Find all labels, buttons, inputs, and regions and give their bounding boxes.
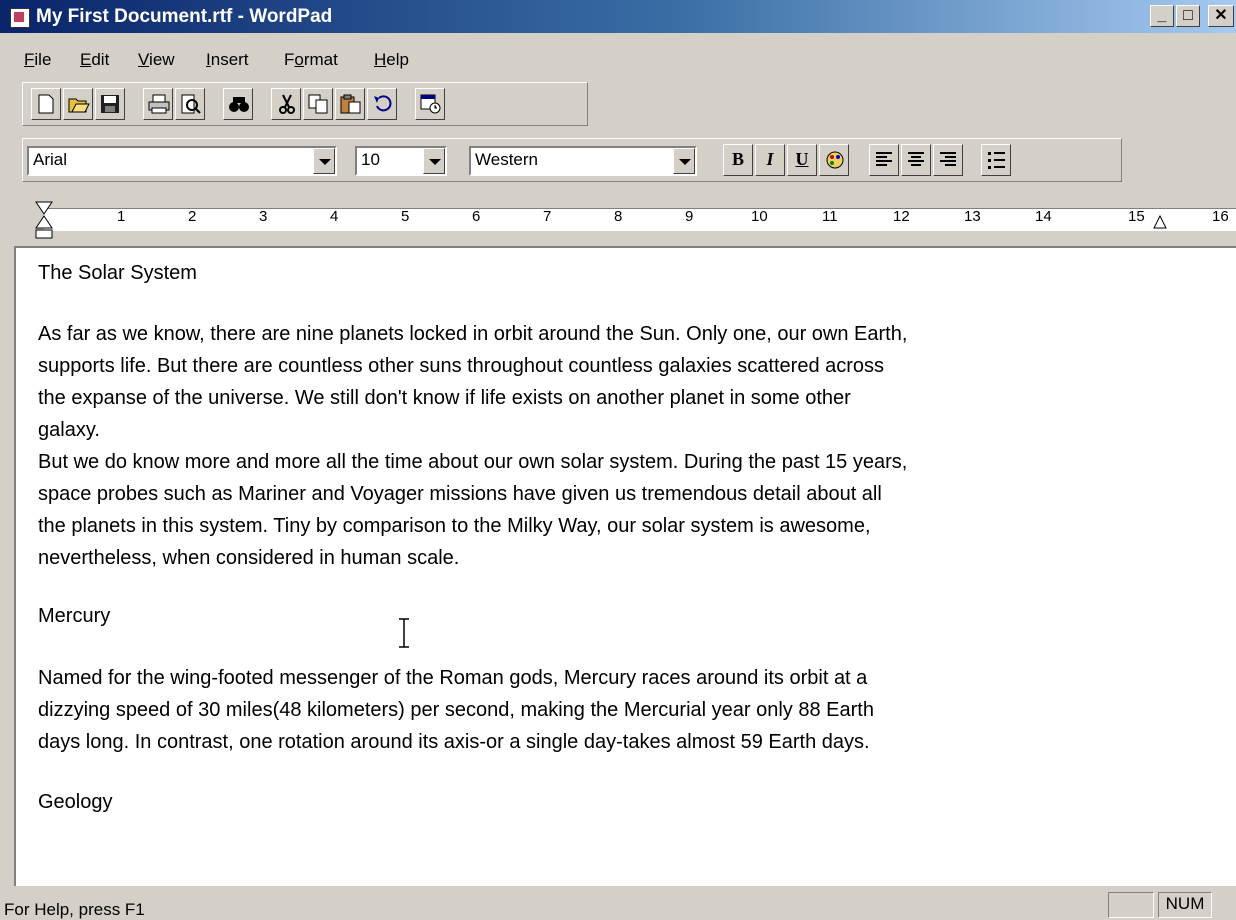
paragraph-line: the expanse of the universe. We still do…: [38, 387, 851, 409]
right-indent-marker-icon[interactable]: [1152, 214, 1168, 230]
maximize-button[interactable]: □: [1176, 5, 1200, 27]
ruler-label: 3: [259, 208, 268, 225]
document-area[interactable]: The Solar System As far as we know, ther…: [14, 246, 1236, 886]
ruler-label: 10: [751, 208, 768, 225]
paragraph-line: galaxy.: [38, 419, 100, 441]
paragraph-line: dizzying speed of 30 miles(48 kilometers…: [38, 699, 874, 721]
ruler-label: 12: [893, 208, 910, 225]
cut-button[interactable]: [271, 88, 301, 120]
script-select[interactable]: Western: [469, 146, 697, 176]
insert-datetime-button[interactable]: [415, 88, 445, 120]
font-size-value: 10: [361, 150, 380, 169]
menu-file[interactable]: File: [24, 50, 51, 70]
ruler-label: 15: [1128, 208, 1145, 225]
ruler-label: 7: [543, 208, 552, 225]
paragraph-line: days long. In contrast, one rotation aro…: [38, 731, 870, 753]
font-value: Arial: [33, 150, 68, 169]
paragraph-line: nevertheless, when considered in human s…: [38, 547, 460, 569]
align-center-icon: [908, 152, 924, 166]
ruler-label: 8: [614, 208, 623, 225]
chevron-down-icon[interactable]: [313, 148, 335, 174]
ruler-label: 1: [117, 208, 126, 225]
minimize-button[interactable]: _: [1150, 5, 1174, 27]
font-size-select[interactable]: 10: [355, 146, 447, 176]
heading-geology: Geology: [38, 791, 113, 813]
script-value: Western: [475, 150, 538, 169]
menu-format[interactable]: Format: [284, 50, 338, 70]
print-preview-icon: [181, 94, 201, 114]
title-bar[interactable]: My First Document.rtf - WordPad _ □ ✕: [0, 0, 1236, 33]
heading-mercury: Mercury: [38, 605, 111, 627]
color-palette-icon: [826, 151, 844, 169]
font-select[interactable]: Arial: [27, 146, 337, 176]
ruler-label: 2: [188, 208, 197, 225]
paragraph-line: space probes such as Mariner and Voyager…: [38, 483, 882, 505]
print-icon: [148, 94, 170, 114]
bold-button[interactable]: B: [723, 144, 753, 176]
align-center-button[interactable]: [901, 144, 931, 176]
paragraph-line: Named for the wing-footed messenger of t…: [38, 667, 868, 689]
open-button[interactable]: [63, 88, 93, 120]
print-preview-button[interactable]: [175, 88, 205, 120]
menu-help[interactable]: Help: [374, 50, 409, 70]
ruler-strip: [44, 208, 1236, 231]
new-icon: [38, 94, 54, 114]
align-left-icon: [876, 152, 892, 166]
paste-button[interactable]: [335, 88, 365, 120]
print-button[interactable]: [143, 88, 173, 120]
undo-icon: [374, 95, 392, 112]
text-cursor-icon: [399, 618, 409, 648]
copy-icon: [308, 94, 328, 114]
ruler-label: 9: [685, 208, 694, 225]
heading-solar-system: The Solar System: [38, 262, 197, 284]
menu-insert[interactable]: Insert: [206, 50, 249, 70]
color-button[interactable]: [819, 144, 849, 176]
ruler-label: 6: [472, 208, 481, 225]
chevron-down-icon[interactable]: [423, 148, 445, 174]
italic-button[interactable]: I: [755, 144, 785, 176]
align-left-button[interactable]: [869, 144, 899, 176]
ruler-label: 13: [964, 208, 981, 225]
ruler-label: 4: [330, 208, 339, 225]
paste-icon: [340, 94, 361, 114]
paragraph-line: As far as we know, there are nine planet…: [38, 323, 908, 345]
paragraph-line: supports life. But there are countless o…: [38, 355, 885, 377]
save-button[interactable]: [95, 88, 125, 120]
save-icon: [101, 95, 119, 113]
paragraph-line: the planets in this system. Tiny by comp…: [38, 515, 871, 537]
status-help-text: For Help, press F1: [4, 900, 145, 919]
menu-bar: File Edit View Insert Format Help: [0, 44, 1236, 76]
status-num-indicator: NUM: [1158, 892, 1212, 918]
status-panel-empty: [1108, 892, 1154, 918]
window-title: My First Document.rtf - WordPad: [36, 6, 333, 27]
ruler-label: 11: [822, 208, 838, 225]
chevron-down-icon[interactable]: [673, 148, 695, 174]
undo-button[interactable]: [367, 88, 397, 120]
ruler-label: 14: [1035, 208, 1052, 225]
ruler[interactable]: 1 2 3 4 5 6 7 8 9 10 11 12 13 14 15 16: [22, 198, 1236, 244]
find-button[interactable]: [223, 88, 253, 120]
menu-view[interactable]: View: [138, 50, 175, 70]
status-bar: For Help, press F1 NUM: [0, 888, 1236, 919]
underline-button[interactable]: U: [787, 144, 817, 176]
ruler-label: 5: [401, 208, 410, 225]
cut-icon: [279, 94, 295, 114]
bullets-icon: [988, 152, 1005, 169]
indent-marker-icon[interactable]: [34, 200, 56, 242]
menu-edit[interactable]: Edit: [80, 50, 109, 70]
copy-button[interactable]: [303, 88, 333, 120]
ruler-label: 16: [1212, 208, 1229, 225]
align-right-icon: [940, 152, 956, 166]
open-icon: [68, 98, 90, 113]
paragraph-line: But we do know more and more all the tim…: [38, 451, 908, 473]
standard-toolbar: [22, 82, 588, 126]
find-icon: [229, 97, 249, 112]
insert-datetime-icon: [420, 94, 441, 114]
close-button[interactable]: ✕: [1208, 5, 1234, 27]
align-right-button[interactable]: [933, 144, 963, 176]
bullets-button[interactable]: [981, 144, 1011, 176]
format-bar: Arial 10 Western B I U: [22, 138, 1122, 182]
wordpad-app-icon[interactable]: [10, 8, 30, 28]
new-button[interactable]: [31, 88, 61, 120]
